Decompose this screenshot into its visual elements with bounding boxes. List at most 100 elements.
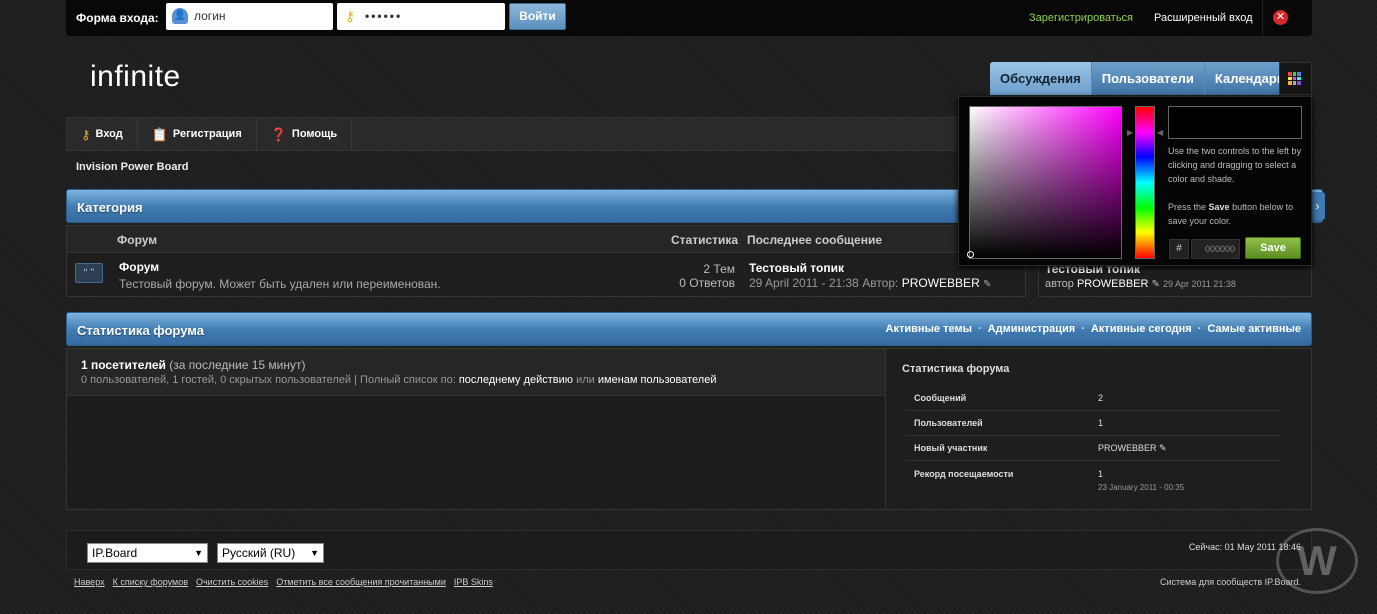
stat-row-posts: Сообщений 2 — [906, 385, 1282, 411]
color-cursor[interactable] — [967, 251, 974, 258]
ipb-skins-link[interactable]: IPB Skins — [454, 577, 493, 587]
hue-arrow-right-icon: ◀ — [1157, 128, 1164, 137]
stat-label: Новый участник — [914, 443, 988, 453]
help-label: Помощь — [291, 128, 338, 140]
side-topic-date: 29 Apr 2011 21:38 — [1162, 279, 1236, 289]
register-link[interactable]: Зарегистрироваться — [1029, 12, 1133, 24]
password-input-value: •••••• — [365, 9, 403, 23]
save-color-button[interactable]: Save — [1245, 237, 1301, 259]
help-icon: ❓ — [270, 126, 287, 142]
top-login-bar: Форма входа: 👤 логин ⚷ •••••• Войти Заре… — [66, 0, 1312, 36]
forum-name-link[interactable]: Форум — [119, 260, 159, 274]
hash-label: # — [1169, 239, 1189, 259]
register-menu-link[interactable]: 📋 Регистрация — [138, 118, 257, 150]
tab-members[interactable]: Пользователи — [1092, 62, 1205, 95]
powered-by[interactable]: Система для сообществ IP.Board. — [1160, 577, 1301, 587]
skin-select-value: IP.Board — [92, 546, 138, 560]
newest-member-link[interactable]: PROWEBBER ✎ — [1098, 443, 1167, 454]
save-hint-a: Press the — [1168, 202, 1207, 212]
separator: · — [1197, 323, 1202, 335]
record-date: 23 January 2011 - 00:35 — [1098, 483, 1185, 492]
chevron-right-icon[interactable]: › — [1310, 192, 1325, 220]
forum-stats-title: Статистика форума — [902, 363, 1010, 375]
last-post-meta: 29 April 2011 - 21:38 Автор: PROWEBBER ✎ — [749, 276, 991, 290]
back-to-top-link[interactable]: Наверх — [74, 577, 105, 587]
sign-in-link[interactable]: ⚷ Вход — [67, 118, 138, 150]
stat-label: Рекорд посещаемости — [914, 469, 1014, 479]
watermark-logo: W — [1276, 528, 1358, 594]
password-input[interactable]: ⚷ •••••• — [337, 3, 505, 30]
chevron-down-icon: ▼ — [194, 548, 203, 558]
stats-body: 1 посетителей (за последние 15 минут) 0 … — [66, 348, 1312, 510]
pencil-icon: ✎ — [1159, 443, 1167, 453]
last-topic-link[interactable]: Тестовый топик — [749, 261, 844, 275]
color-preview — [1168, 106, 1302, 139]
online-users-box: 1 посетителей (за последние 15 минут) 0 … — [67, 349, 885, 396]
author-link[interactable]: PROWEBBER — [902, 276, 980, 290]
hue-slider[interactable] — [1135, 106, 1155, 259]
main-nav: Обсуждения Пользователи Календарь — [990, 62, 1295, 95]
stat-label: Пользователей — [914, 418, 983, 428]
skin-select[interactable]: IP.Board ▼ — [87, 543, 208, 563]
category-title[interactable]: Категория — [77, 200, 143, 215]
tab-discussions[interactable]: Обсуждения — [990, 62, 1092, 95]
stats-title: Статистика форума — [77, 323, 204, 338]
stat-row-newest: Новый участник PROWEBBER ✎ — [906, 435, 1282, 461]
picker-help-text: Use the two controls to the left by clic… — [1168, 146, 1302, 184]
online-summary: 1 посетителей (за последние 15 минут) — [81, 358, 305, 372]
login-form-label: Форма входа: — [76, 11, 159, 25]
register-label: Регистрация — [172, 128, 242, 140]
pencil-icon: ✎ — [1151, 279, 1160, 290]
forum-topics-count: 2 Тем — [703, 262, 735, 276]
side-topic-meta: автор PROWEBBER ✎ 29 Apr 2011 21:38 — [1045, 278, 1236, 290]
administration-link[interactable]: Администрация — [988, 323, 1076, 335]
saturation-value-square[interactable] — [969, 106, 1122, 259]
site-logo[interactable]: infinite — [90, 60, 181, 94]
clear-cookies-link[interactable]: Очистить cookies — [196, 577, 268, 587]
or-text: или — [576, 374, 595, 386]
help-link[interactable]: ❓ Помощь — [257, 118, 353, 150]
stats-links: Активные темы · Администрация · Активные с… — [886, 323, 1301, 335]
active-topics-link[interactable]: Активные темы — [886, 323, 972, 335]
login-input-value: логин — [194, 9, 226, 23]
sort-by-action-link[interactable]: последнему действию — [459, 374, 573, 386]
online-period: (за последние 15 минут) — [169, 358, 306, 372]
last-post-date: 29 April 2011 - 21:38 — [749, 276, 859, 290]
chevron-down-icon: ▼ — [310, 548, 319, 558]
mark-read-link[interactable]: Отметить все сообщения прочитанными — [276, 577, 446, 587]
login-button[interactable]: Войти — [509, 3, 566, 30]
forum-replies-count: 0 Ответов — [679, 276, 735, 290]
stats-header: Статистика форума Активные темы · Админис… — [66, 312, 1312, 346]
forum-table-header: Форум Статистика Последнее сообщение — [67, 226, 1025, 253]
sign-in-label: Вход — [95, 128, 123, 140]
active-today-link[interactable]: Активные сегодня — [1091, 323, 1192, 335]
column-forum: Форум — [117, 233, 158, 247]
author-label: Автор: — [862, 276, 899, 290]
advanced-login-link[interactable]: Расширенный вход — [1154, 12, 1253, 24]
column-last-post: Последнее сообщение — [747, 233, 882, 247]
picker-save-hint: Press the Save button below to save your… — [1168, 200, 1308, 228]
sort-by-name-link[interactable]: именам пользователей — [598, 374, 717, 386]
save-hint-b: Save — [1208, 202, 1230, 212]
side-author-link[interactable]: PROWEBBER — [1077, 278, 1149, 290]
stat-value: 1 — [1098, 469, 1104, 479]
most-active-link[interactable]: Самые активные — [1207, 323, 1301, 335]
pencil-icon: ✎ — [983, 279, 992, 290]
online-detail-text: 0 пользователей, 1 гостей, 0 скрытых пол… — [81, 374, 456, 386]
key-icon: ⚷ — [344, 8, 358, 24]
hex-color-input[interactable]: 000000 — [1191, 239, 1240, 259]
forum-description: Тестовый форум. Может быть удален или пе… — [119, 277, 441, 291]
language-select[interactable]: Русский (RU) ▼ — [217, 543, 324, 563]
separator: · — [977, 323, 982, 335]
stat-row-members: Пользователей 1 — [906, 410, 1282, 436]
user-icon: 👤 — [172, 8, 188, 24]
column-stats: Статистика — [671, 233, 739, 247]
breadcrumb[interactable]: Invision Power Board — [76, 161, 188, 173]
close-icon[interactable]: ✕ — [1273, 10, 1288, 25]
forum-status-icon: “ ” — [75, 263, 103, 283]
forum-index-link[interactable]: К списку форумов — [113, 577, 188, 587]
login-input[interactable]: 👤 логин — [166, 3, 333, 30]
color-swatch-button[interactable] — [1279, 62, 1312, 95]
forum-stats-panel: Статистика форума Сообщений 2 Пользовате… — [885, 349, 1311, 509]
online-count: 1 посетителей — [81, 358, 166, 372]
